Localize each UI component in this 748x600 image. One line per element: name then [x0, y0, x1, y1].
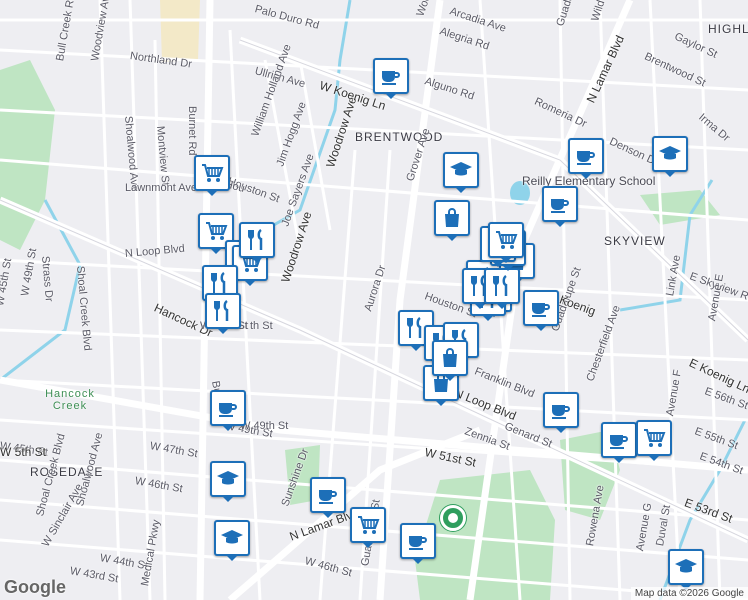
coffee-icon — [529, 296, 553, 320]
coffee-icon — [379, 64, 403, 88]
grocery-icon — [200, 161, 224, 185]
coffee-icon — [316, 483, 340, 507]
coffee-icon — [406, 529, 430, 553]
restaurant-poi-marker[interactable] — [239, 222, 275, 263]
grocery-icon — [356, 513, 380, 537]
neighborhood-label: HIGHL — [708, 22, 748, 36]
grocery-poi-marker[interactable] — [350, 507, 386, 548]
grocery-poi-marker[interactable] — [488, 222, 524, 263]
school-poi-marker[interactable] — [652, 136, 688, 177]
restaurant-icon — [211, 299, 235, 323]
school-poi-marker[interactable] — [210, 461, 246, 502]
grocery-poi-marker[interactable] — [636, 420, 672, 461]
coffee-poi-marker[interactable] — [400, 523, 436, 564]
restaurant-poi-marker[interactable] — [484, 268, 520, 309]
street-label: Lawnmont Ave — [125, 182, 197, 194]
school-icon — [674, 555, 698, 579]
grocery-poi-marker[interactable] — [194, 155, 230, 196]
grocery-icon — [494, 228, 518, 252]
school-icon — [216, 467, 240, 491]
street-label: th St — [250, 320, 273, 332]
shopping-icon — [440, 206, 464, 230]
coffee-icon — [549, 398, 573, 422]
park-label: Hancock Creek — [45, 388, 95, 412]
grocery-icon — [642, 426, 666, 450]
street-label: W 49th St — [240, 420, 289, 432]
restaurant-icon — [490, 274, 514, 298]
coffee-poi-marker[interactable] — [373, 58, 409, 99]
coffee-poi-marker[interactable] — [523, 290, 559, 331]
map-canvas[interactable]: BRENTWOOD SKYVIEW ROSEDALE HIGHL Reilly … — [0, 0, 748, 600]
restaurant-poi-marker[interactable] — [205, 293, 241, 334]
shopping-icon — [438, 346, 462, 370]
coffee-icon — [548, 192, 572, 216]
street-label: Burnet Rd — [186, 106, 198, 156]
school-icon — [449, 158, 473, 182]
school-poi-marker[interactable] — [443, 152, 479, 193]
coffee-icon — [607, 428, 631, 452]
coffee-poi-marker[interactable] — [543, 392, 579, 433]
location-marker[interactable] — [440, 505, 466, 531]
coffee-poi-marker[interactable] — [568, 138, 604, 179]
coffee-icon — [574, 144, 598, 168]
school-icon — [220, 526, 244, 550]
shopping-poi-marker[interactable] — [432, 340, 468, 381]
shopping-poi-marker[interactable] — [434, 200, 470, 241]
coffee-poi-marker[interactable] — [310, 477, 346, 518]
grocery-icon — [204, 219, 228, 243]
school-poi-marker[interactable] — [668, 549, 704, 590]
map-attribution[interactable]: Map data ©2026 Google — [630, 587, 748, 600]
neighborhood-label: SKYVIEW — [604, 234, 666, 248]
school-icon — [658, 142, 682, 166]
google-logo: Google — [4, 577, 66, 597]
street-label: W 5th St — [0, 445, 47, 459]
coffee-poi-marker[interactable] — [210, 390, 246, 431]
coffee-poi-marker[interactable] — [542, 186, 578, 227]
restaurant-icon — [208, 271, 232, 295]
coffee-poi-marker[interactable] — [601, 422, 637, 463]
coffee-icon — [216, 396, 240, 420]
restaurant-icon — [245, 228, 269, 252]
school-poi-marker[interactable] — [214, 520, 250, 561]
